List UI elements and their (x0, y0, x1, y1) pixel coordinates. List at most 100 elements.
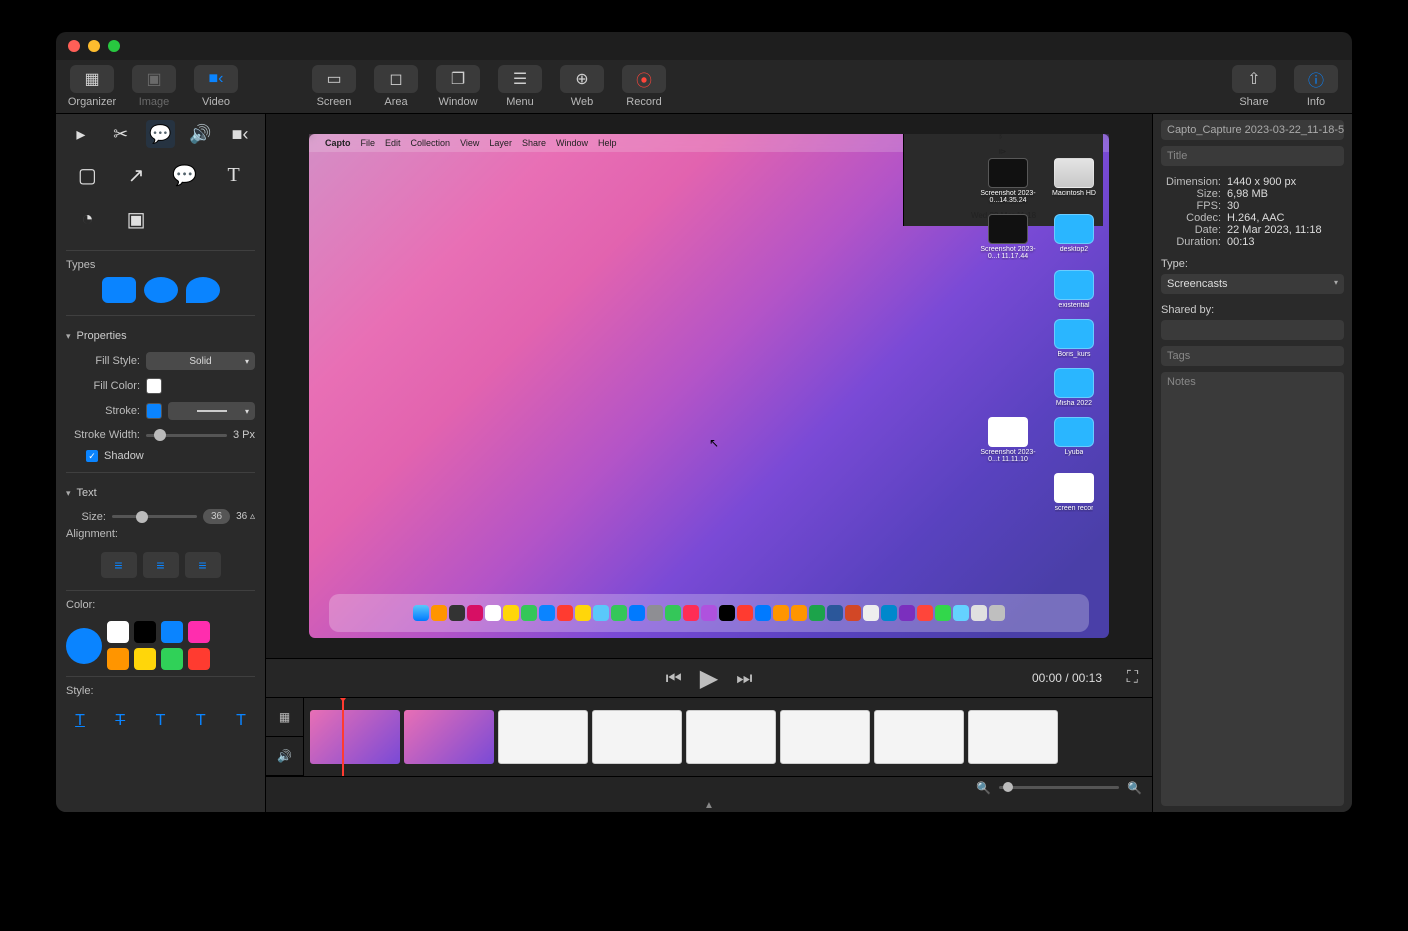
image-button[interactable]: ▣ Image (126, 62, 182, 112)
timeline-thumb[interactable] (310, 710, 400, 764)
playhead[interactable] (342, 698, 344, 776)
stroke-label: Stroke: (66, 405, 140, 417)
video-icon: ■‹ (209, 70, 224, 88)
share-icon: ⇧ (1247, 69, 1260, 89)
window-capture-button[interactable]: ❐Window (430, 62, 486, 112)
expand-arrow[interactable]: ▲ (266, 798, 1152, 812)
tab-player-icon[interactable]: ▸ (66, 120, 96, 148)
tab-annotate-icon[interactable]: 💬 (146, 120, 176, 148)
info-button[interactable]: ⓘInfo (1288, 62, 1344, 112)
step-back-button[interactable]: ⏮ (666, 668, 682, 689)
align-left-button[interactable]: ≡ (101, 552, 137, 578)
titlebar (56, 32, 1352, 60)
timeline-thumb[interactable] (592, 710, 682, 764)
timeline-track[interactable] (304, 698, 1152, 776)
organizer-button[interactable]: ▦ Organizer (64, 62, 120, 112)
codec-label: Codec: (1161, 212, 1221, 224)
tab-camera-icon[interactable]: ■‹ (225, 120, 255, 148)
menu-icon: ☰ (513, 69, 527, 89)
color-yellow[interactable] (134, 648, 156, 670)
duration-value: 00:13 (1227, 236, 1255, 248)
type-speech-2[interactable] (144, 277, 178, 303)
text-size-stepper[interactable]: 36 ▵ (236, 511, 255, 522)
video-preview-canvas[interactable]: Capto File Edit Collection View Layer Sh… (309, 134, 1109, 638)
notes-field[interactable]: Notes (1161, 372, 1344, 806)
video-button[interactable]: ■‹ Video (188, 62, 244, 112)
color-red[interactable] (188, 648, 210, 670)
inspector-panel: Capto_Capture 2023-03-22_11-18-5 Title D… (1152, 114, 1352, 812)
stroke-width-slider[interactable] (146, 428, 227, 442)
recorded-app-name: Capto (325, 138, 351, 148)
fill-style-select[interactable]: Solid (146, 352, 255, 370)
play-button[interactable]: ▶ (700, 664, 718, 693)
tool-callout[interactable]: 💬 (164, 156, 207, 194)
share-button[interactable]: ⇧ Share (1226, 62, 1282, 112)
toolbar: ▦ Organizer ▣ Image ■‹ Video ▭Screen ◻Ar… (56, 60, 1352, 114)
style-heading: Style: (66, 685, 255, 697)
record-button[interactable]: ⦿Record (616, 62, 672, 112)
style-underline-button[interactable]: T (66, 709, 94, 733)
align-right-button[interactable]: ≡ (185, 552, 221, 578)
filesize-label: Size: (1161, 188, 1221, 200)
menu-view: View (460, 138, 479, 148)
minimize-icon[interactable] (88, 40, 100, 52)
text-size-slider[interactable] (112, 510, 197, 524)
text-disclosure[interactable]: Text (66, 487, 255, 499)
timeline-thumb[interactable] (404, 710, 494, 764)
tool-text[interactable]: T (212, 156, 255, 194)
tool-image[interactable]: ▣ (115, 200, 158, 238)
zoom-out-icon[interactable]: 🔍 (976, 781, 991, 795)
image-icon: ▣ (146, 69, 161, 89)
style-outline-button[interactable]: T (187, 709, 215, 733)
zoom-slider[interactable] (999, 786, 1119, 789)
tool-arrow[interactable]: ↗ (115, 156, 158, 194)
screen-button[interactable]: ▭Screen (306, 62, 362, 112)
type-speech-1[interactable] (102, 277, 136, 303)
web-button[interactable]: ⊕Web (554, 62, 610, 112)
properties-disclosure[interactable]: Properties (66, 330, 255, 342)
timeline-thumb[interactable] (498, 710, 588, 764)
fill-color-swatch[interactable] (146, 378, 162, 394)
playback-bar: ⏮ ▶ ⏭ 00:00 / 00:13 ⛶ (266, 658, 1152, 698)
timeline-thumb[interactable] (780, 710, 870, 764)
share-label: Share (1239, 96, 1268, 108)
type-speech-3[interactable] (186, 277, 220, 303)
tags-field[interactable]: Tags (1161, 346, 1344, 366)
color-black[interactable] (134, 621, 156, 643)
zoom-icon[interactable] (108, 40, 120, 52)
timeline-thumb[interactable] (686, 710, 776, 764)
track-video-button[interactable]: ▦ (266, 698, 303, 737)
zoom-in-icon[interactable]: 🔍 (1127, 781, 1142, 795)
timeline-thumb[interactable] (874, 710, 964, 764)
align-center-button[interactable]: ≡ (143, 552, 179, 578)
tab-audio-icon[interactable]: 🔊 (185, 120, 215, 148)
area-button[interactable]: ◻Area (368, 62, 424, 112)
title-field[interactable]: Title (1161, 146, 1344, 166)
color-blue[interactable] (161, 621, 183, 643)
tool-rect[interactable]: ▢ (66, 156, 109, 194)
tab-cut-icon[interactable]: ✂ (106, 120, 136, 148)
shadow-checkbox[interactable]: ✓ (86, 450, 98, 462)
shared-by-field[interactable] (1161, 320, 1344, 340)
filename-field[interactable]: Capto_Capture 2023-03-22_11-18-5 (1161, 120, 1344, 140)
color-green[interactable] (161, 648, 183, 670)
tool-blur[interactable]: ◔ (66, 200, 109, 238)
style-strike-button[interactable]: T (106, 709, 134, 733)
color-pink[interactable] (188, 621, 210, 643)
color-orange[interactable] (107, 648, 129, 670)
style-shadow-button[interactable]: T (227, 709, 255, 733)
fullscreen-button[interactable]: ⛶ (1127, 669, 1138, 687)
wifi-icon: ⧐ (999, 147, 1009, 157)
menu-capture-button[interactable]: ☰Menu (492, 62, 548, 112)
color-white[interactable] (107, 621, 129, 643)
stroke-color-swatch[interactable] (146, 403, 162, 419)
text-size-label: Size: (66, 511, 106, 523)
stroke-style-select[interactable] (168, 402, 255, 420)
close-icon[interactable] (68, 40, 80, 52)
color-selected-swatch[interactable] (66, 628, 102, 664)
step-forward-button[interactable]: ⏭ (736, 668, 752, 689)
type-select[interactable]: Screencasts (1161, 274, 1344, 294)
style-plain-button[interactable]: T (147, 709, 175, 733)
timeline-thumb[interactable] (968, 710, 1058, 764)
track-audio-button[interactable]: 🔊 (266, 737, 303, 776)
